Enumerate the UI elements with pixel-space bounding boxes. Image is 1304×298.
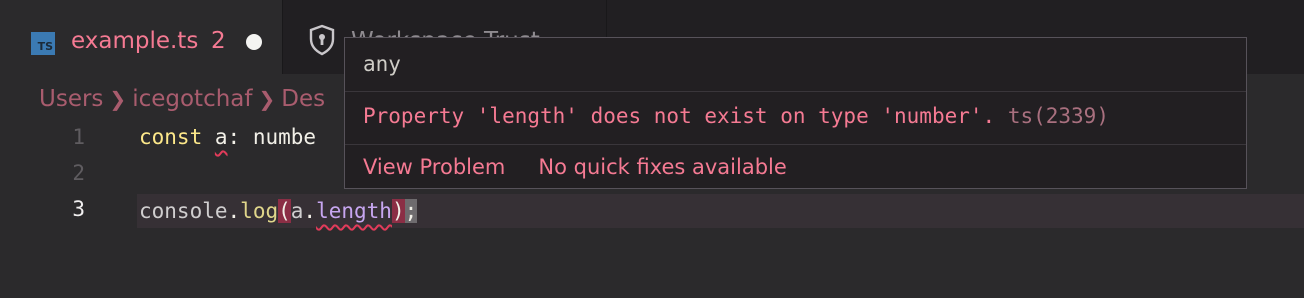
tab-label: example.ts xyxy=(71,28,199,54)
breadcrumb-item[interactable]: icegotchaf xyxy=(132,86,252,112)
no-quick-fixes-text: No quick fixes available xyxy=(538,155,787,179)
chevron-right-icon: ❯ xyxy=(109,87,127,111)
tab-example-ts[interactable]: TS example.ts 2 xyxy=(0,0,282,86)
divider xyxy=(345,144,1246,145)
bracket-match: ( xyxy=(278,199,291,223)
code-line-1[interactable]: const a: numbe xyxy=(139,121,316,153)
keyword-token: const xyxy=(139,125,203,149)
shield-icon xyxy=(309,24,335,56)
line-number: 3 xyxy=(72,197,85,221)
bracket-match: ) xyxy=(391,199,405,223)
breadcrumb-item[interactable]: Users xyxy=(39,86,103,112)
error-text: Property 'length' does not exist on type… xyxy=(363,104,996,128)
hover-tooltip: any Property 'length' does not exist on … xyxy=(344,37,1247,189)
code-token: a xyxy=(290,199,304,223)
line-number: 2 xyxy=(72,161,85,185)
cursor-selection: ; xyxy=(404,199,418,223)
breadcrumb: Users ❯ icegotchaf ❯ Des xyxy=(39,86,325,112)
code-line-3[interactable]: console.log(a.length); xyxy=(139,195,418,227)
breadcrumb-item[interactable]: Des xyxy=(281,86,325,112)
method-token: log xyxy=(240,199,279,223)
problem-count-badge: 2 xyxy=(211,28,226,54)
chevron-right-icon: ❯ xyxy=(258,87,276,111)
unsaved-dot-icon[interactable] xyxy=(246,34,262,50)
view-problem-link[interactable]: View Problem xyxy=(363,155,505,179)
error-property-token: length xyxy=(316,199,392,223)
error-code: ts(2339) xyxy=(1007,104,1109,128)
typescript-file-icon: TS xyxy=(31,32,55,55)
error-variable-token: a xyxy=(214,125,228,149)
hover-type: any xyxy=(363,52,401,76)
divider xyxy=(345,91,1246,92)
error-message: Property 'length' does not exist on type… xyxy=(363,104,1109,128)
hover-actions: View Problem No quick fixes available xyxy=(363,155,787,179)
code-token: : numbe xyxy=(227,125,317,149)
code-token: console xyxy=(139,199,228,223)
line-number: 1 xyxy=(72,125,85,149)
